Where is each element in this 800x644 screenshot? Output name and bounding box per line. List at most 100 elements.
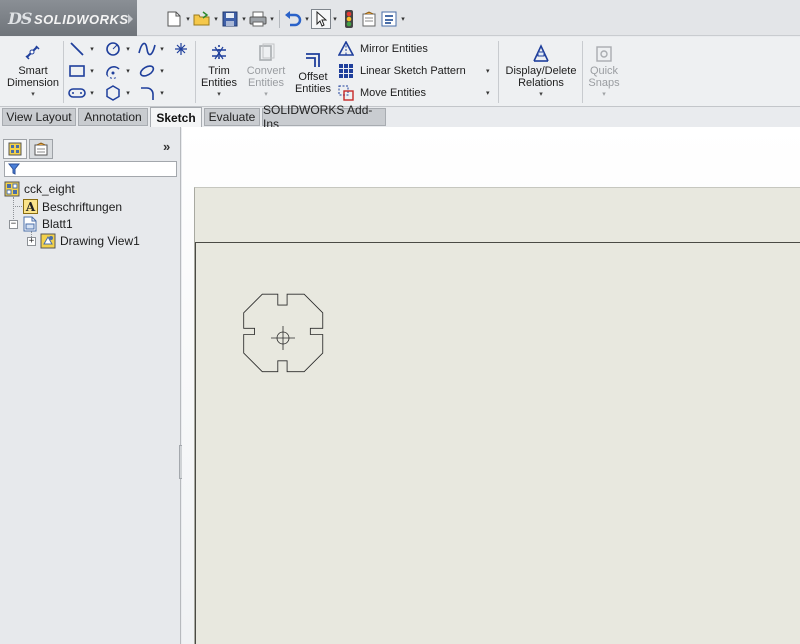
ellipse-tool-icon[interactable]	[136, 61, 158, 81]
convert-dropdown-icon[interactable]: ▾	[242, 89, 290, 101]
print-icon[interactable]	[248, 9, 268, 29]
tab-solidworks-add-ins[interactable]: SOLIDWORKS Add-Ins	[262, 103, 386, 131]
trim-dropdown-icon[interactable]: ▾	[198, 89, 240, 101]
sheet-icon	[22, 216, 38, 232]
move-dropdown-icon[interactable]: ▾	[486, 89, 490, 97]
print-dropdown-icon[interactable]: ▾	[268, 9, 276, 29]
open-folder-icon[interactable]	[192, 9, 212, 29]
quick-snaps-label-2: Snaps	[588, 77, 620, 89]
spline-dropdown-icon[interactable]: ▾	[158, 45, 166, 53]
ellipse-dropdown-icon[interactable]: ▾	[158, 67, 166, 75]
line-tool-icon[interactable]	[66, 39, 88, 59]
undo-icon[interactable]	[283, 9, 303, 29]
rectangle-dropdown-icon[interactable]: ▾	[88, 67, 96, 75]
feature-manager-tab-icon[interactable]	[3, 139, 27, 159]
filter-funnel-icon[interactable]	[7, 163, 21, 178]
line-dropdown-icon[interactable]: ▾	[88, 45, 96, 53]
point-tool-icon[interactable]	[170, 39, 192, 59]
relations-dropdown-icon[interactable]: ▾	[502, 89, 580, 101]
trim-icon	[198, 41, 240, 63]
convert-entities-label-1: Convert	[246, 65, 286, 77]
display-delete-relations-button[interactable]: Display/Delete Relations ▾	[502, 41, 580, 101]
solidworks-wordmark: SOLIDWORKS	[34, 12, 129, 27]
quick-snaps-button[interactable]: Quick Snaps ▾	[584, 41, 624, 101]
arc-dropdown-icon[interactable]: ▾	[124, 67, 132, 75]
convert-entities-label-2: Entities	[247, 77, 285, 89]
drawing-sheet[interactable]	[194, 187, 800, 644]
circle-tool-icon[interactable]	[102, 39, 124, 59]
circle-dropdown-icon[interactable]: ▾	[124, 45, 132, 53]
offset-entities-button[interactable]: Offset Entities	[292, 47, 334, 95]
pattern-dropdown-icon[interactable]: ▾	[486, 67, 490, 75]
new-dropdown-icon[interactable]: ▾	[184, 9, 192, 29]
save-dropdown-icon[interactable]: ▾	[240, 9, 248, 29]
drawing-document-icon	[4, 181, 20, 197]
mirror-entities-icon	[336, 40, 356, 58]
fillet-tool-icon[interactable]	[136, 83, 158, 103]
feature-tree-filter-input[interactable]	[4, 161, 177, 177]
quick-snaps-icon	[584, 41, 624, 63]
offset-entities-label-1: Offset	[298, 71, 328, 83]
tree-connector	[13, 206, 22, 207]
save-icon[interactable]	[220, 9, 240, 29]
file-properties-icon[interactable]	[359, 9, 379, 29]
tree-item-sheet[interactable]: Blatt1	[22, 215, 73, 232]
polygon-tool-icon[interactable]	[102, 83, 124, 103]
linear-sketch-pattern-button[interactable]: Linear Sketch Pattern	[336, 61, 466, 81]
undo-dropdown-icon[interactable]: ▾	[303, 9, 311, 29]
new-document-icon[interactable]	[164, 9, 184, 29]
smart-dimension-dropdown-icon[interactable]: ▾	[4, 89, 62, 101]
slot-dropdown-icon[interactable]: ▾	[88, 89, 96, 97]
ribbon-separator	[498, 41, 499, 103]
trim-entities-button[interactable]: Trim Entities ▾	[198, 41, 240, 101]
quick-access-toolbar: ▾ ▾ ▾ ▾ ▾ ▾ ▾	[164, 8, 407, 30]
ribbon-separator	[63, 41, 64, 103]
sheet-collapse-toggle[interactable]: −	[9, 220, 18, 229]
arc-tool-icon[interactable]	[102, 61, 124, 81]
convert-entities-button[interactable]: Convert Entities ▾	[242, 41, 290, 101]
tree-item-document[interactable]: cck_eight	[4, 180, 75, 197]
open-dropdown-icon[interactable]: ▾	[212, 9, 220, 29]
toolbar-separator	[279, 10, 280, 28]
tab-sketch-label: Sketch	[156, 111, 196, 125]
slot-tool-icon[interactable]	[66, 83, 88, 103]
move-entities-button[interactable]: Move Entities	[336, 83, 426, 103]
sheet-border-top	[195, 242, 800, 243]
drawing-view-expand-toggle[interactable]: +	[27, 237, 36, 246]
smart-dimension-button[interactable]: Smart Dimension ▾	[4, 41, 62, 101]
annotations-icon: A	[22, 199, 38, 215]
quick-snaps-dropdown-icon[interactable]: ▾	[584, 89, 624, 101]
drawing-view-octagon-part[interactable]	[235, 290, 335, 390]
relations-icon	[502, 41, 580, 63]
panel-expand-icon[interactable]: »	[163, 139, 170, 154]
mirror-entities-button[interactable]: Mirror Entities	[336, 39, 428, 59]
options-dropdown-icon[interactable]: ▾	[399, 9, 407, 29]
display-delete-relations-label-1: Display/Delete	[505, 65, 577, 77]
panel-tab-strip	[3, 139, 55, 159]
fillet-dropdown-icon[interactable]: ▾	[158, 89, 166, 97]
property-manager-tab-icon[interactable]	[29, 139, 53, 159]
tree-item-annotations-label: Beschriftungen	[42, 199, 123, 214]
tab-annotation[interactable]: Annotation	[78, 108, 148, 126]
rectangle-tool-icon[interactable]	[66, 61, 88, 81]
select-dropdown-icon[interactable]: ▾	[331, 9, 339, 29]
tab-sketch[interactable]: Sketch	[150, 107, 202, 128]
tree-item-drawing-view-label: Drawing View1	[60, 233, 140, 248]
tab-annotation-label: Annotation	[84, 110, 142, 124]
select-arrow-icon[interactable]	[311, 9, 331, 29]
polygon-dropdown-icon[interactable]: ▾	[124, 89, 132, 97]
menu-arrow-icon[interactable]	[128, 14, 133, 24]
options-icon[interactable]	[379, 9, 399, 29]
tab-view-layout-label: View Layout	[6, 110, 72, 124]
linear-pattern-icon	[336, 62, 356, 80]
spline-tool-icon[interactable]	[136, 39, 158, 59]
move-entities-icon	[336, 84, 356, 102]
rebuild-traffic-light-icon[interactable]	[339, 9, 359, 29]
tree-item-drawing-view[interactable]: Drawing View1	[40, 232, 140, 249]
graphics-area[interactable]	[182, 127, 800, 644]
solidworks-logo[interactable]: DS SOLIDWORKS	[0, 0, 137, 36]
drawing-view-icon	[40, 233, 56, 249]
tree-item-annotations[interactable]: A Beschriftungen	[22, 198, 122, 215]
tab-evaluate[interactable]: Evaluate	[204, 108, 260, 126]
tab-view-layout[interactable]: View Layout	[2, 108, 76, 126]
